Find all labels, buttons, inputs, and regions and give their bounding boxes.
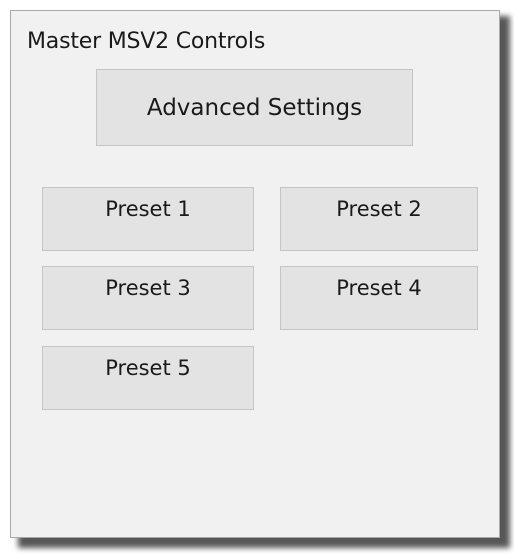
advanced-settings-button[interactable]: Advanced Settings [96, 69, 413, 146]
preset-3-button[interactable]: Preset 3 [42, 266, 254, 330]
preset-2-button[interactable]: Preset 2 [280, 187, 478, 251]
preset-1-button[interactable]: Preset 1 [42, 187, 254, 251]
master-controls-panel: Master MSV2 Controls Advanced Settings P… [10, 10, 500, 538]
preset-5-button[interactable]: Preset 5 [42, 346, 254, 410]
preset-4-button[interactable]: Preset 4 [280, 266, 478, 330]
panel-title: Master MSV2 Controls [27, 29, 266, 54]
